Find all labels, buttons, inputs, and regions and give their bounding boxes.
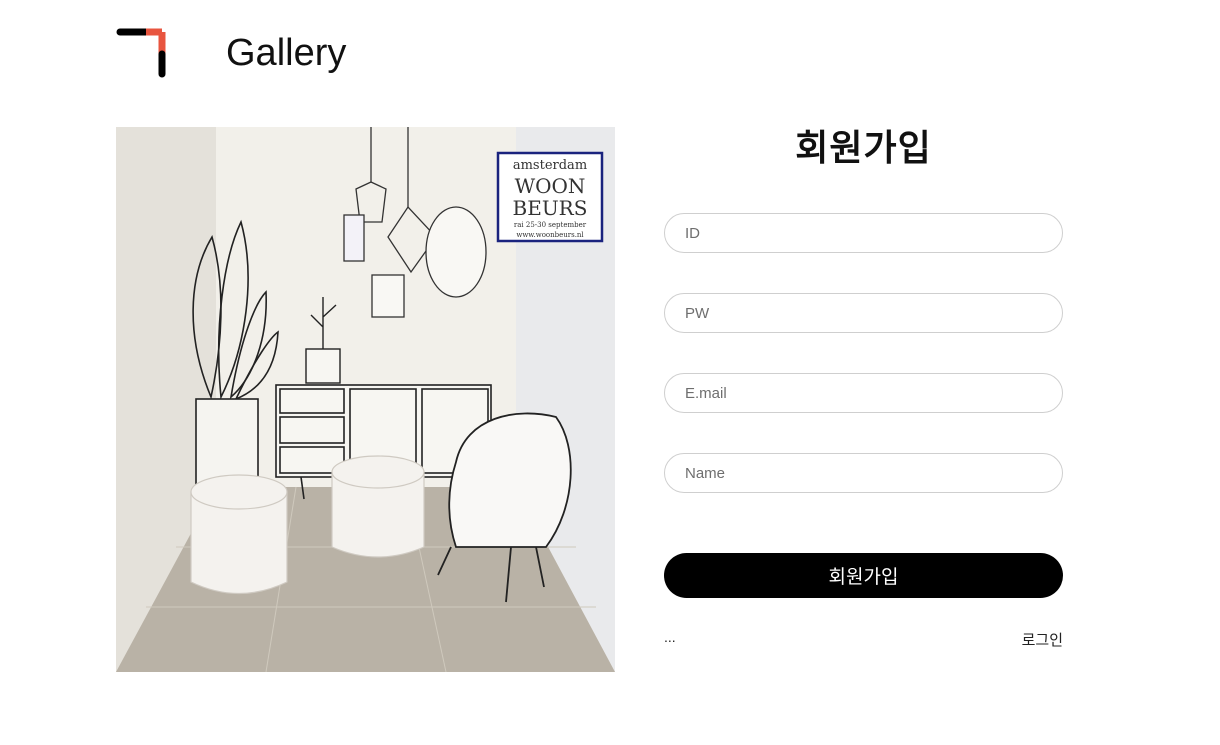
password-field[interactable] xyxy=(664,293,1063,333)
logo[interactable] xyxy=(116,28,168,80)
footer-ellipsis-link[interactable]: ... xyxy=(664,629,676,645)
hero-image: amsterdam WOON BEURS rai 25-30 september… xyxy=(116,127,615,672)
svg-text:amsterdam: amsterdam xyxy=(513,158,587,173)
signup-form: 회원가입 회원가입 ... 로그인 xyxy=(664,127,1063,649)
signup-button[interactable]: 회원가입 xyxy=(664,553,1063,598)
signup-title: 회원가입 xyxy=(795,128,932,169)
login-link[interactable]: 로그인 xyxy=(1022,629,1063,650)
id-field[interactable] xyxy=(664,213,1063,253)
logo-mark-icon xyxy=(116,28,166,78)
svg-text:BEURS: BEURS xyxy=(513,196,588,220)
email-field[interactable] xyxy=(664,373,1063,413)
brand-title[interactable]: Gallery xyxy=(226,30,346,76)
name-field[interactable] xyxy=(664,453,1063,493)
svg-text:WOON: WOON xyxy=(515,174,586,198)
svg-text:rai 25-30 september: rai 25-30 september xyxy=(514,221,587,229)
svg-text:www.woonbeurs.nl: www.woonbeurs.nl xyxy=(516,231,584,239)
